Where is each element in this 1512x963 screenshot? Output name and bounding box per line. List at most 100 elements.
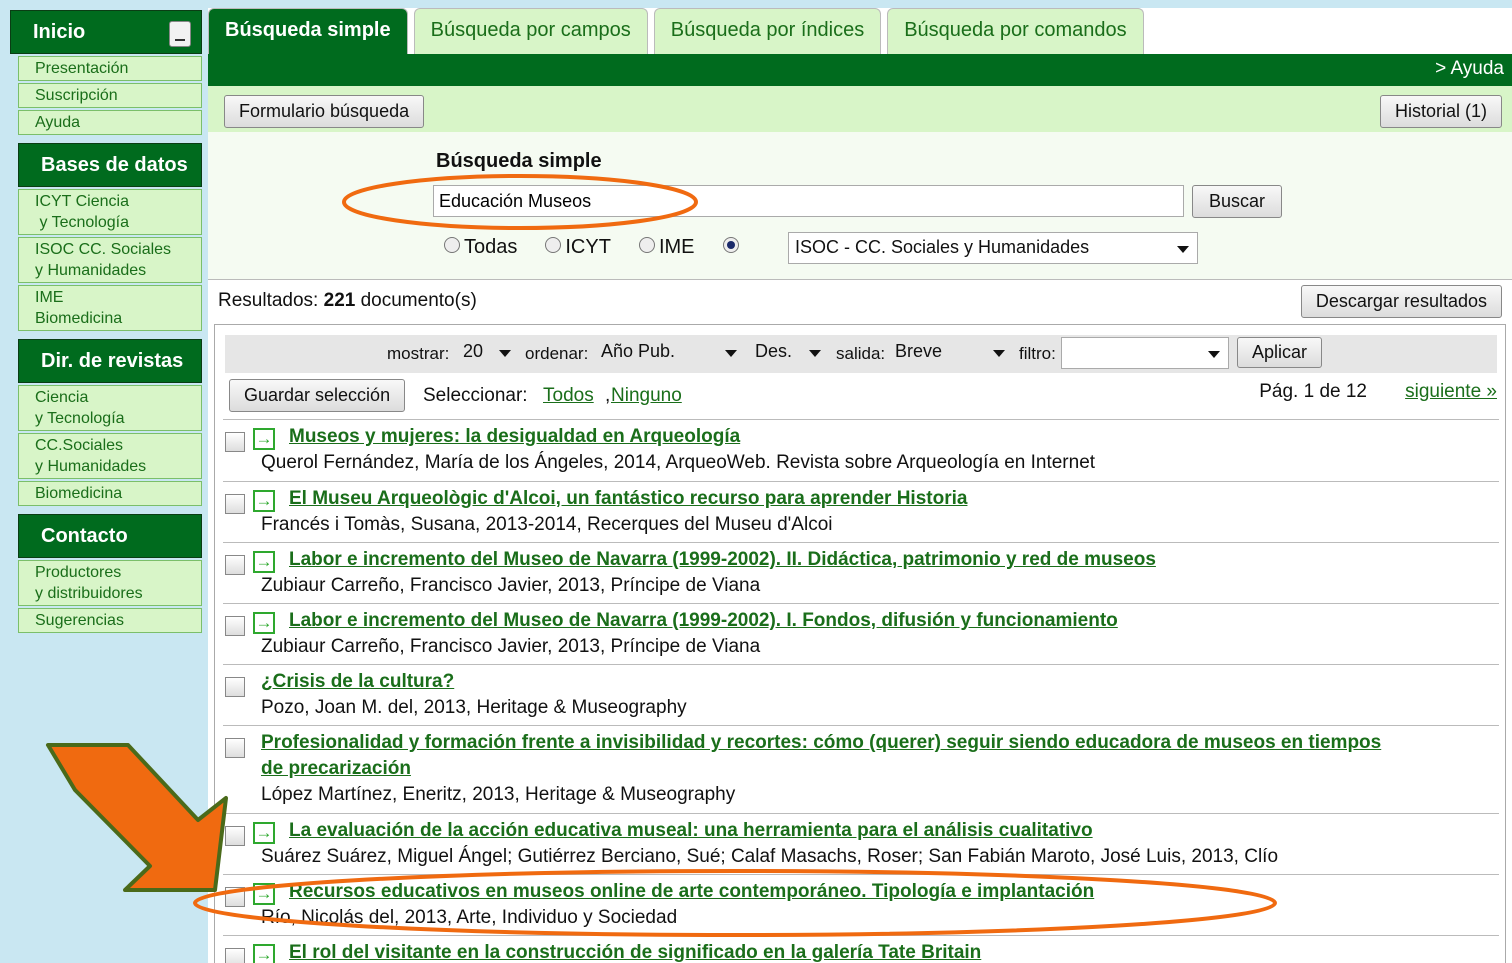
search-button[interactable]: Buscar	[1192, 185, 1283, 218]
radio-ime[interactable]	[638, 236, 655, 253]
sidebar-head-inicio[interactable]: Inicio	[10, 10, 202, 54]
result-meta: Suárez Suárez, Miguel Ángel; Gutiérrez B…	[261, 846, 1279, 867]
result-title-link[interactable]: Labor e incremento del Museo de Navarra …	[289, 610, 1118, 632]
item-line: Productores	[35, 564, 122, 581]
sidebar-item-suscripcion[interactable]: Suscripción	[18, 83, 202, 108]
result-title-link[interactable]: Profesionalidad y formación frente a inv…	[261, 732, 1381, 754]
result-row: → Labor e incremento del Museo de Navarra…	[223, 542, 1499, 603]
item-line: Biomedicina	[35, 485, 123, 502]
sidebar-item-icyt[interactable]: ICYT Ciencia y Tecnología	[18, 189, 202, 235]
external-link-icon[interactable]: →	[253, 944, 275, 963]
result-checkbox[interactable]	[225, 677, 245, 697]
minimize-icon[interactable]	[169, 21, 191, 47]
item-line: CC.Sociales	[35, 437, 124, 454]
result-title-link-cont[interactable]: de precarización	[261, 758, 411, 780]
chevron-down-icon	[993, 350, 1005, 357]
radio-icyt[interactable]	[545, 236, 562, 253]
external-link-icon[interactable]: →	[253, 822, 275, 844]
item-line: y Humanidades	[35, 262, 147, 279]
search-title: Búsqueda simple	[436, 150, 602, 172]
result-title-link[interactable]: ¿Crisis de la cultura?	[261, 671, 454, 693]
database-select[interactable]: ISOC - CC. Sociales y Humanidades	[788, 232, 1198, 264]
sidebar-item-presentacion[interactable]: Presentación	[18, 56, 202, 81]
tab-busqueda-comandos[interactable]: Búsqueda por comandos	[887, 8, 1144, 54]
result-checkbox[interactable]	[225, 555, 245, 575]
page-indicator: Pág. 1 de 12	[1259, 381, 1367, 402]
result-row: → Museos y mujeres: la desigualdad en Arq…	[223, 419, 1499, 481]
result-row: → El rol del visitante en la construcción…	[223, 935, 1499, 963]
chevron-down-icon	[725, 350, 737, 357]
salida-select[interactable]: Breve	[889, 337, 1013, 369]
external-link-icon[interactable]: →	[253, 551, 275, 573]
mostrar-label: mostrar:	[387, 344, 450, 363]
result-checkbox[interactable]	[225, 432, 245, 452]
result-title-link[interactable]: Museos y mujeres: la desigualdad en Arqu…	[289, 426, 740, 448]
mostrar-select[interactable]: 20	[457, 337, 519, 369]
sidebar-item-sugerencias[interactable]: Sugerencias	[18, 608, 202, 633]
tab-busqueda-campos[interactable]: Búsqueda por campos	[413, 8, 648, 54]
database-select-value: ISOC - CC. Sociales y Humanidades	[795, 237, 1090, 257]
results-controls: mostrar: 20 ordenar: Año Pub. Des. salid…	[225, 335, 1497, 373]
ordenar-select[interactable]: Año Pub.	[595, 337, 745, 369]
external-link-icon[interactable]: →	[253, 490, 275, 512]
external-link-icon[interactable]: →	[253, 883, 275, 905]
history-button[interactable]: Historial (1)	[1379, 95, 1502, 128]
result-title-link[interactable]: Recursos educativos en museos online de …	[289, 881, 1094, 903]
sidebar-item-biomedicina[interactable]: Biomedicina	[18, 481, 202, 506]
radio-isoc[interactable]	[722, 236, 739, 253]
result-meta: Zubiaur Carreño, Francisco Javier, 2013,…	[261, 636, 761, 657]
next-page-link[interactable]: siguiente »	[1405, 381, 1497, 403]
radio-label: ICYT	[565, 236, 611, 258]
radio-todas[interactable]	[444, 236, 460, 253]
tab-busqueda-indices[interactable]: Búsqueda por índices	[653, 8, 882, 54]
search-form-button[interactable]: Formulario búsqueda	[224, 95, 425, 128]
external-link-icon[interactable]: →	[253, 612, 275, 634]
salida-value: Breve	[895, 341, 943, 361]
result-checkbox[interactable]	[225, 826, 245, 846]
tab-busqueda-simple[interactable]: Búsqueda simple	[208, 8, 408, 54]
download-results-button[interactable]: Descargar resultados	[1300, 285, 1502, 318]
result-title-link[interactable]: La evaluación de la acción educativa mus…	[289, 820, 1093, 842]
apply-button[interactable]: Aplicar	[1237, 337, 1323, 368]
tab-bar: Búsqueda simple Búsqueda por campos Búsq…	[208, 8, 1150, 54]
result-title-link[interactable]: El Museu Arqueològic d'Alcoi, un fantást…	[289, 488, 967, 510]
order-direction-select[interactable]: Des.	[749, 337, 829, 369]
item-line: y Humanidades	[35, 458, 147, 475]
result-row: ¿Crisis de la cultura? Pozo, Joan M. del,…	[223, 664, 1499, 725]
item-line: Sugerencias	[35, 612, 124, 629]
sidebar-item-productores[interactable]: Productores y distribuidores	[18, 560, 202, 606]
help-link[interactable]: > Ayuda	[1435, 58, 1504, 79]
sidebar-head-bases: Bases de datos	[18, 143, 202, 187]
mostrar-value: 20	[463, 341, 484, 361]
result-checkbox[interactable]	[225, 494, 245, 514]
sidebar-head-contacto: Contacto	[18, 514, 202, 558]
main-panel: Búsqueda simple Búsqueda por campos Búsq…	[208, 8, 1512, 963]
result-title-link[interactable]: Labor e incremento del Museo de Navarra …	[289, 549, 1156, 571]
result-meta: Francés i Tomàs, Susana, 2013-2014, Rece…	[261, 514, 833, 535]
item-line: Biomedicina	[35, 310, 123, 327]
sidebar-item-isoc[interactable]: ISOC CC. Sociales y Humanidades	[18, 237, 202, 283]
item-line: Ciencia	[35, 389, 89, 406]
sidebar-item-ciencia[interactable]: Ciencia y Tecnología	[18, 385, 202, 431]
select-all-link[interactable]: Todos	[543, 385, 594, 407]
search-input[interactable]	[433, 185, 1184, 217]
select-none-link[interactable]: Ninguno	[611, 385, 682, 407]
result-checkbox[interactable]	[225, 887, 245, 907]
sidebar-item-ime[interactable]: IME Biomedicina	[18, 285, 202, 331]
help-bar: > Ayuda	[208, 54, 1512, 86]
results-count: 221	[323, 290, 356, 311]
result-title-link[interactable]: El rol del visitante en la construcción …	[289, 942, 981, 963]
chevron-down-icon	[1208, 351, 1220, 358]
results-label: Resultados:	[218, 290, 319, 311]
external-link-icon[interactable]: →	[253, 428, 275, 450]
sidebar-item-ayuda[interactable]: Ayuda	[18, 110, 202, 135]
result-checkbox[interactable]	[225, 948, 245, 963]
sidebar-item-sociales[interactable]: CC.Sociales y Humanidades	[18, 433, 202, 479]
result-checkbox[interactable]	[225, 738, 245, 758]
filtro-label: filtro:	[1019, 344, 1056, 363]
result-row: → Recursos educativos en museos online de…	[223, 874, 1499, 935]
results-panel: mostrar: 20 ordenar: Año Pub. Des. salid…	[214, 324, 1506, 963]
result-checkbox[interactable]	[225, 616, 245, 636]
save-selection-button[interactable]: Guardar selección	[229, 379, 406, 412]
filtro-select[interactable]	[1061, 337, 1229, 369]
